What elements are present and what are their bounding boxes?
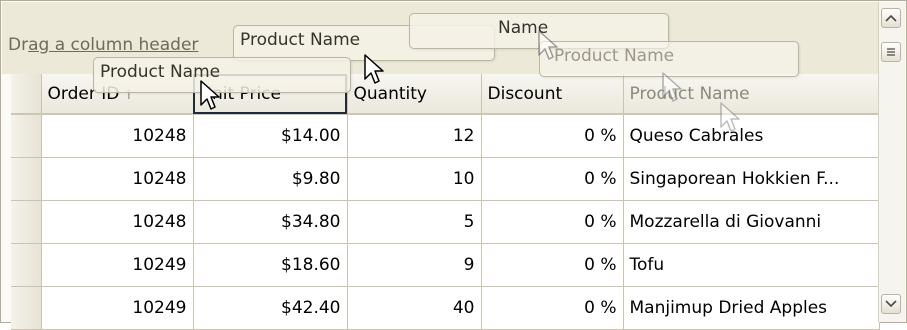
cell-discount[interactable]: 0 %: [481, 114, 624, 158]
scroll-down-button[interactable]: [881, 294, 901, 314]
cell-unit-price[interactable]: $18.60: [193, 243, 348, 287]
mouse-pointer-icon: [538, 30, 558, 60]
scroll-thumb[interactable]: [881, 42, 901, 62]
cell-quantity[interactable]: 10: [347, 157, 482, 201]
chevron-up-icon: [885, 14, 897, 22]
cell-unit-price[interactable]: $14.00: [193, 114, 348, 158]
cell-product-name[interactable]: Mozzarella di Giovanni: [623, 200, 880, 244]
cell-quantity[interactable]: 9: [347, 243, 482, 287]
cell-order-id[interactable]: 10248: [41, 157, 194, 201]
row-indicator[interactable]: [11, 200, 42, 244]
row-indicator[interactable]: [11, 114, 42, 158]
group-panel-hint-link: ag a column header: [28, 35, 199, 55]
mouse-pointer-icon: [662, 72, 682, 102]
cell-product-name[interactable]: Queso Cabrales: [623, 114, 880, 158]
chevron-down-icon: [885, 300, 897, 308]
cell-unit-price[interactable]: $34.80: [193, 200, 348, 244]
grip-lines-icon: [887, 48, 895, 56]
table-row[interactable]: 10249 $18.60 9 0 % Tofu: [11, 243, 880, 287]
group-panel-hint: Drag a column header: [8, 35, 198, 55]
row-indicator[interactable]: [11, 157, 42, 201]
column-header-discount[interactable]: Discount: [481, 74, 624, 115]
cell-unit-price[interactable]: $9.80: [193, 157, 348, 201]
cell-order-id[interactable]: 10248: [41, 200, 194, 244]
group-panel-hint-prefix: Dr: [8, 35, 29, 55]
mouse-pointer-icon: [200, 80, 220, 110]
cell-discount[interactable]: 0 %: [481, 243, 624, 287]
row-indicator[interactable]: [11, 243, 42, 287]
scroll-up-button[interactable]: [881, 8, 901, 28]
mouse-pointer-icon: [364, 54, 384, 84]
cell-quantity[interactable]: 12: [347, 114, 482, 158]
column-header-label: Discount: [487, 83, 563, 104]
cell-discount[interactable]: 0 %: [481, 157, 624, 201]
vertical-scrollbar[interactable]: [878, 2, 905, 322]
mouse-pointer-icon: [720, 102, 740, 132]
cell-product-name[interactable]: Singaporean Hokkien F...: [623, 157, 880, 201]
cell-product-name[interactable]: Tofu: [623, 243, 880, 287]
table-row[interactable]: 10248 $14.00 12 0 % Queso Cabrales: [11, 114, 880, 158]
order-details-grid: Drag a column header Order ID ↑ Unit Pric…: [0, 0, 907, 330]
cell-quantity[interactable]: 5: [347, 200, 482, 244]
table-row[interactable]: 10248 $34.80 5 0 % Mozzarella di Giovann…: [11, 200, 880, 244]
cell-order-id[interactable]: 10248: [41, 114, 194, 158]
table-row[interactable]: 10248 $9.80 10 0 % Singaporean Hokkien F…: [11, 157, 880, 201]
cell-order-id[interactable]: 10249: [41, 243, 194, 287]
data-table: Order ID ↑ Unit Price Quantity Discount P…: [11, 74, 880, 330]
cell-discount[interactable]: 0 %: [481, 200, 624, 244]
row-indicator-header: [11, 74, 42, 115]
